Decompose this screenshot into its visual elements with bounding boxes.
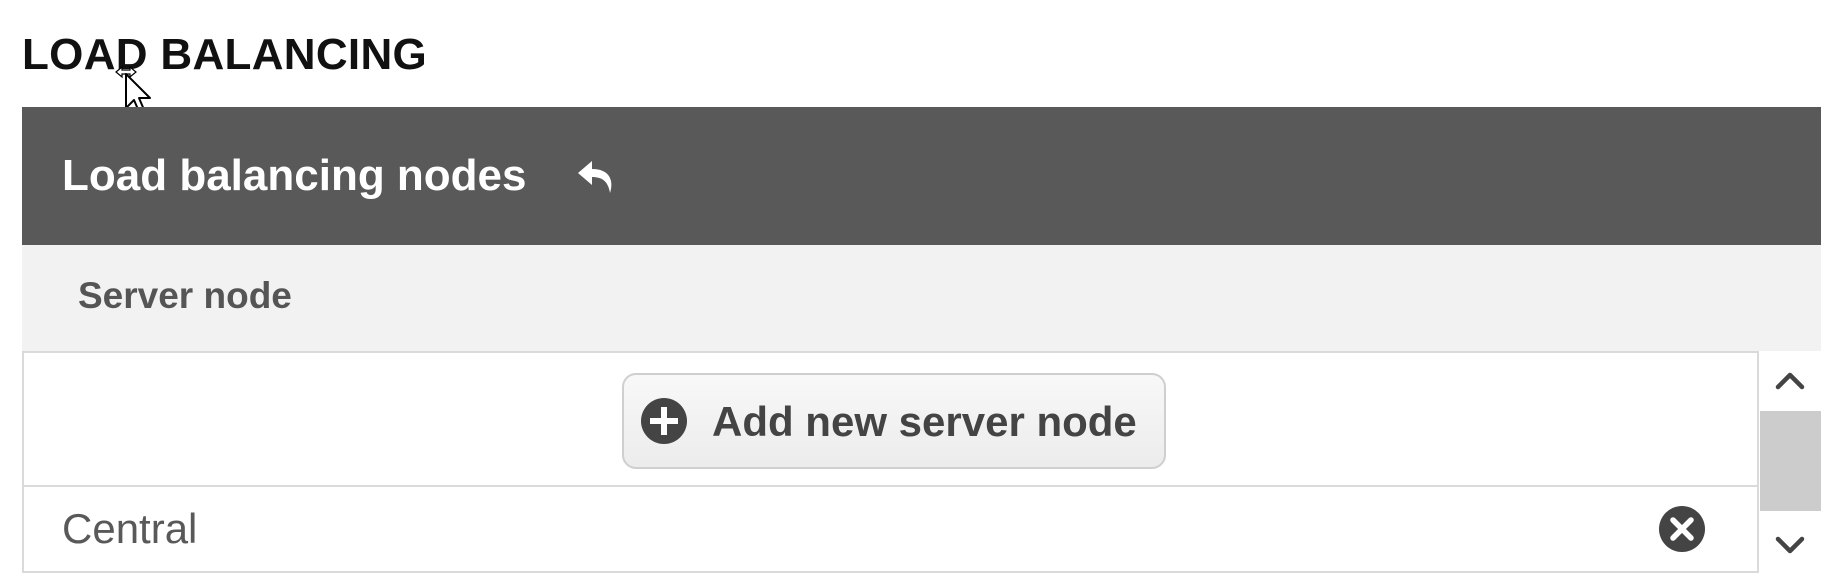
chevron-down-icon[interactable] xyxy=(1760,519,1821,571)
column-header-server-node: Server node xyxy=(78,275,292,316)
plus-circle-icon xyxy=(641,398,687,444)
page-title: LOAD BALANCING xyxy=(22,30,428,79)
close-circle-icon[interactable] xyxy=(1658,505,1706,553)
panel-title: Load balancing nodes xyxy=(62,151,527,200)
add-server-node-button[interactable]: Add new server node xyxy=(622,373,1166,469)
table-row[interactable]: Central xyxy=(24,487,1757,573)
panel-header: Load balancing nodes xyxy=(22,107,1821,245)
add-server-node-label: Add new server node xyxy=(712,398,1137,445)
server-node-list: Add new server node Central xyxy=(22,351,1759,573)
scrollbar-thumb[interactable] xyxy=(1760,411,1821,511)
column-header: Server node xyxy=(22,245,1821,351)
add-node-row: Add new server node xyxy=(24,353,1757,487)
chevron-up-icon[interactable] xyxy=(1760,355,1821,407)
vertical-scrollbar[interactable] xyxy=(1760,351,1821,573)
undo-arrow-icon[interactable] xyxy=(572,153,620,201)
server-node-name: Central xyxy=(62,505,198,552)
